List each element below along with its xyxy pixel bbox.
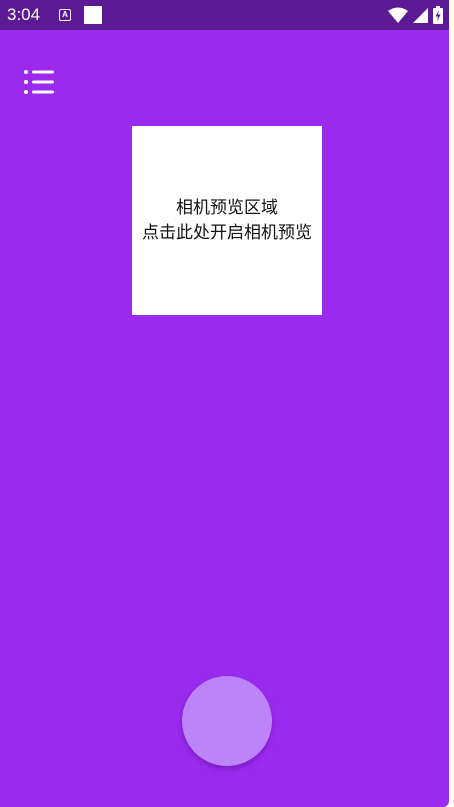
app-notification-icon: A bbox=[59, 9, 71, 21]
menu-button[interactable] bbox=[22, 66, 56, 98]
status-system-icons bbox=[388, 5, 443, 25]
blank-notification-icon bbox=[84, 6, 102, 24]
app-screen: 3:04 A 相机预览区域 点击此处开启相机预览 bbox=[0, 0, 449, 807]
preview-hint: 点击此处开启相机预览 bbox=[142, 222, 312, 243]
camera-preview-area[interactable]: 相机预览区域 点击此处开启相机预览 bbox=[132, 126, 322, 315]
status-bar: 3:04 A bbox=[0, 0, 449, 30]
battery-charging-icon bbox=[433, 6, 443, 24]
preview-title: 相机预览区域 bbox=[176, 197, 278, 218]
status-time: 3:04 bbox=[7, 5, 41, 24]
wifi-icon bbox=[388, 7, 408, 23]
list-menu-icon bbox=[22, 66, 56, 98]
capture-button[interactable] bbox=[182, 676, 272, 766]
cell-signal-icon bbox=[413, 7, 428, 23]
